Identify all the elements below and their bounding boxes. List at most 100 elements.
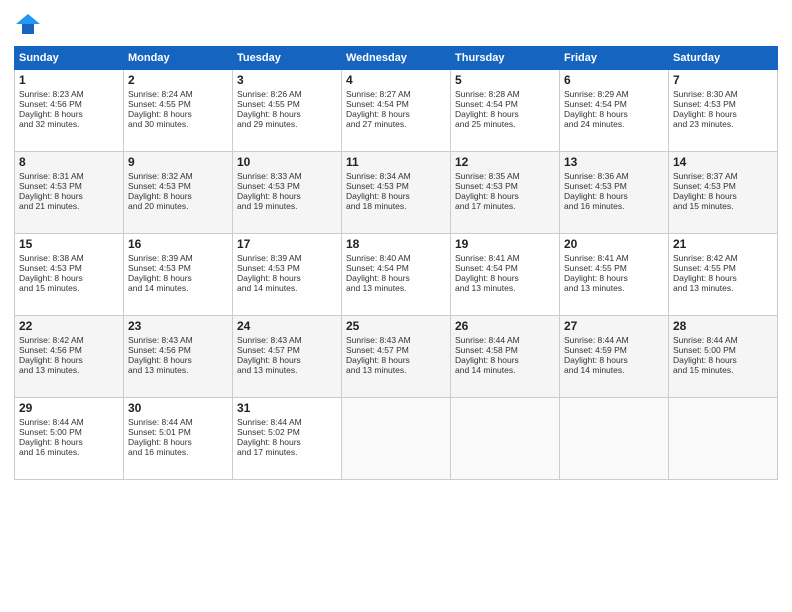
day-info-line: Daylight: 8 hours [128,355,228,365]
day-info-line: Daylight: 8 hours [128,273,228,283]
day-info-line: and 23 minutes. [673,119,773,129]
day-info-line: Sunset: 4:53 PM [128,263,228,273]
day-number: 23 [128,319,228,333]
day-info-line: and 13 minutes. [128,365,228,375]
day-cell: 6Sunrise: 8:29 AMSunset: 4:54 PMDaylight… [560,70,669,152]
day-info-line: and 14 minutes. [237,283,337,293]
page: SundayMondayTuesdayWednesdayThursdayFrid… [0,0,792,612]
day-info-line: Daylight: 8 hours [19,355,119,365]
day-info-line: and 21 minutes. [19,201,119,211]
day-info-line: Sunset: 5:02 PM [237,427,337,437]
day-info-line: Sunset: 4:55 PM [237,99,337,109]
day-info-line: Sunrise: 8:34 AM [346,171,446,181]
day-number: 4 [346,73,446,87]
day-info-line: Daylight: 8 hours [237,273,337,283]
day-number: 11 [346,155,446,169]
day-info-line: Sunrise: 8:44 AM [673,335,773,345]
day-info-line: Daylight: 8 hours [237,355,337,365]
day-number: 19 [455,237,555,251]
day-cell: 4Sunrise: 8:27 AMSunset: 4:54 PMDaylight… [342,70,451,152]
day-info-line: Sunrise: 8:35 AM [455,171,555,181]
day-number: 30 [128,401,228,415]
day-number: 1 [19,73,119,87]
day-cell [451,398,560,480]
day-info-line: Sunset: 4:53 PM [564,181,664,191]
day-number: 13 [564,155,664,169]
day-cell: 19Sunrise: 8:41 AMSunset: 4:54 PMDayligh… [451,234,560,316]
day-info-line: Sunset: 5:00 PM [19,427,119,437]
day-cell: 7Sunrise: 8:30 AMSunset: 4:53 PMDaylight… [669,70,778,152]
day-cell: 11Sunrise: 8:34 AMSunset: 4:53 PMDayligh… [342,152,451,234]
day-info-line: Sunrise: 8:44 AM [455,335,555,345]
day-info-line: Sunrise: 8:44 AM [128,417,228,427]
day-cell: 14Sunrise: 8:37 AMSunset: 4:53 PMDayligh… [669,152,778,234]
day-info-line: Sunrise: 8:23 AM [19,89,119,99]
col-header-thursday: Thursday [451,47,560,70]
header-row: SundayMondayTuesdayWednesdayThursdayFrid… [15,47,778,70]
col-header-wednesday: Wednesday [342,47,451,70]
day-info-line: Sunset: 4:56 PM [128,345,228,355]
day-info-line: Sunrise: 8:33 AM [237,171,337,181]
day-info-line: and 27 minutes. [346,119,446,129]
day-info-line: Sunset: 4:53 PM [455,181,555,191]
day-info-line: Daylight: 8 hours [346,273,446,283]
day-number: 20 [564,237,664,251]
day-number: 16 [128,237,228,251]
day-info-line: Sunrise: 8:28 AM [455,89,555,99]
week-row-5: 29Sunrise: 8:44 AMSunset: 5:00 PMDayligh… [15,398,778,480]
day-info-line: and 29 minutes. [237,119,337,129]
day-info-line: Daylight: 8 hours [673,109,773,119]
day-info-line: Sunrise: 8:37 AM [673,171,773,181]
day-cell: 5Sunrise: 8:28 AMSunset: 4:54 PMDaylight… [451,70,560,152]
day-cell: 8Sunrise: 8:31 AMSunset: 4:53 PMDaylight… [15,152,124,234]
day-cell: 23Sunrise: 8:43 AMSunset: 4:56 PMDayligh… [124,316,233,398]
day-info-line: Sunrise: 8:39 AM [128,253,228,263]
day-info-line: and 16 minutes. [128,447,228,457]
day-info-line: and 14 minutes. [128,283,228,293]
day-number: 24 [237,319,337,333]
logo [14,10,46,38]
day-info-line: Daylight: 8 hours [237,437,337,447]
day-info-line: Sunset: 4:53 PM [346,181,446,191]
day-number: 29 [19,401,119,415]
day-info-line: Sunrise: 8:42 AM [673,253,773,263]
day-info-line: Daylight: 8 hours [19,437,119,447]
col-header-tuesday: Tuesday [233,47,342,70]
day-number: 26 [455,319,555,333]
day-info-line: Sunset: 4:53 PM [237,181,337,191]
day-info-line: and 13 minutes. [237,365,337,375]
day-info-line: Sunrise: 8:31 AM [19,171,119,181]
day-number: 2 [128,73,228,87]
day-info-line: Daylight: 8 hours [128,109,228,119]
day-info-line: Sunrise: 8:36 AM [564,171,664,181]
day-info-line: Sunrise: 8:32 AM [128,171,228,181]
day-cell [342,398,451,480]
day-info-line: Sunset: 4:57 PM [346,345,446,355]
day-info-line: Daylight: 8 hours [455,273,555,283]
day-info-line: and 18 minutes. [346,201,446,211]
day-info-line: and 13 minutes. [19,365,119,375]
day-info-line: Sunset: 4:58 PM [455,345,555,355]
day-info-line: Sunrise: 8:44 AM [564,335,664,345]
day-info-line: Sunset: 4:55 PM [128,99,228,109]
day-info-line: Daylight: 8 hours [673,273,773,283]
day-number: 28 [673,319,773,333]
day-info-line: Sunset: 4:55 PM [564,263,664,273]
day-cell: 26Sunrise: 8:44 AMSunset: 4:58 PMDayligh… [451,316,560,398]
day-info-line: Sunset: 4:54 PM [455,99,555,109]
day-info-line: Sunrise: 8:43 AM [237,335,337,345]
day-number: 10 [237,155,337,169]
day-info-line: Sunrise: 8:24 AM [128,89,228,99]
day-info-line: Daylight: 8 hours [564,273,664,283]
day-info-line: and 13 minutes. [564,283,664,293]
col-header-monday: Monday [124,47,233,70]
day-cell: 2 Sunrise: 8:24 AMSunset: 4:55 PMDaylight… [124,70,233,152]
day-info-line: Daylight: 8 hours [673,355,773,365]
day-info-line: Sunrise: 8:41 AM [455,253,555,263]
day-info-line: and 16 minutes. [19,447,119,457]
day-info-line: Sunset: 4:53 PM [673,181,773,191]
day-cell: 25Sunrise: 8:43 AMSunset: 4:57 PMDayligh… [342,316,451,398]
day-info-line: Sunset: 4:53 PM [237,263,337,273]
calendar-table: SundayMondayTuesdayWednesdayThursdayFrid… [14,46,778,480]
day-info-line: and 17 minutes. [455,201,555,211]
